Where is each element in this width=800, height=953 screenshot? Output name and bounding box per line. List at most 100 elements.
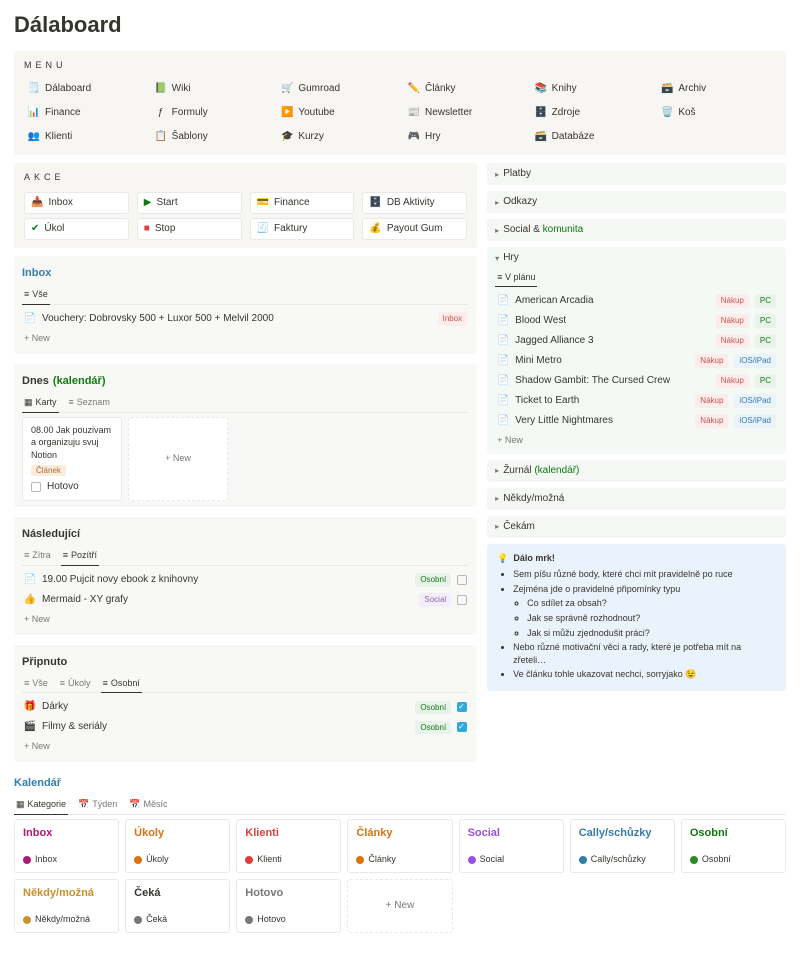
- prip-new[interactable]: + New: [22, 737, 469, 756]
- menu-zdroje[interactable]: 🗄️Zdroje: [531, 103, 650, 123]
- side-zurnal[interactable]: ▸Žurnál (kalendář): [487, 460, 786, 482]
- menu-databáze[interactable]: 🗃️Databáze: [531, 127, 650, 147]
- action-icon: 🗄️: [369, 196, 381, 210]
- action-db-aktivity[interactable]: 🗄️DB Aktivity: [362, 192, 467, 214]
- side-social[interactable]: ▸Social & komunita: [487, 219, 786, 241]
- menu-icon: 📋: [155, 131, 167, 143]
- dnes-card[interactable]: 08.00 Jak pouzivam a organizuju svuj Not…: [22, 417, 122, 501]
- checkbox[interactable]: [31, 482, 41, 492]
- game-row[interactable]: 📄Mini MetroNákup iOS/iPad: [495, 351, 778, 371]
- page-icon: 📄: [497, 374, 509, 388]
- tab-vše[interactable]: ≡Vše: [22, 674, 50, 693]
- menu-icon: 🗃️: [535, 131, 547, 143]
- hry-new[interactable]: + New: [495, 431, 778, 450]
- game-row[interactable]: 📄Jagged Alliance 3Nákup PC: [495, 331, 778, 351]
- tab-vplanu[interactable]: ≡ V plánu: [495, 269, 537, 287]
- menu-wiki[interactable]: 📗Wiki: [151, 79, 270, 99]
- menu-icon: 🗑️: [661, 107, 673, 119]
- menu-newsletter[interactable]: 📰Newsletter: [404, 103, 523, 123]
- menu-finance[interactable]: 📊Finance: [24, 103, 143, 123]
- side-odkazy[interactable]: ▸Odkazy: [487, 191, 786, 213]
- game-row[interactable]: 📄Blood WestNákup PC: [495, 311, 778, 331]
- checkbox[interactable]: [457, 595, 467, 605]
- kalendar-title: Kalendář: [14, 772, 786, 795]
- side-hry-toggle[interactable]: ▾Hry: [495, 251, 778, 265]
- menu-články[interactable]: ✏️Články: [404, 79, 523, 99]
- action-icon: 💰: [369, 222, 381, 236]
- cal-card--koly[interactable]: ÚkolyÚkoly: [125, 819, 230, 873]
- cal-card--ek-[interactable]: ČekáČeká: [125, 879, 230, 933]
- menu-klienti[interactable]: 👥Klienti: [24, 127, 143, 147]
- game-row[interactable]: 📄American ArcadiaNákup PC: [495, 291, 778, 311]
- tab-úkoly[interactable]: ≡Úkoly: [58, 674, 93, 693]
- menu-icon: 🛒: [281, 83, 293, 95]
- cal-card-social[interactable]: SocialSocial: [459, 819, 564, 873]
- menu-kurzy[interactable]: 🎓Kurzy: [277, 127, 396, 147]
- checkbox[interactable]: [457, 702, 467, 712]
- tab-týden[interactable]: 📅Týden: [76, 795, 119, 814]
- menu-gumroad[interactable]: 🛒Gumroad: [277, 79, 396, 99]
- action-stop[interactable]: ■Stop: [137, 218, 242, 240]
- page-icon: 📄: [497, 354, 509, 368]
- action-úkol[interactable]: ✔Úkol: [24, 218, 129, 240]
- cal-card-cally-sch-zky[interactable]: Cally/schůzkyCally/schůzky: [570, 819, 675, 873]
- actions-block: AKCE 📥Inbox▶Start💳Finance🗄️DB Aktivity✔Ú…: [14, 163, 477, 248]
- action-inbox[interactable]: 📥Inbox: [24, 192, 129, 214]
- tab-měsíc[interactable]: 📅Měsíc: [127, 795, 169, 814]
- tab-pozítří[interactable]: ≡Pozítří: [61, 546, 99, 566]
- cal-card-inbox[interactable]: InboxInbox: [14, 819, 119, 873]
- tab-zítra[interactable]: ≡Zítra: [22, 546, 53, 565]
- list-item[interactable]: 📄19.00 Pujcit novy ebook z knihovnyOsobn…: [22, 570, 469, 590]
- checkbox[interactable]: [457, 575, 467, 585]
- list-item[interactable]: 🎬Filmy & seriályOsobní: [22, 717, 469, 737]
- game-row[interactable]: 📄Very Little NightmaresNákup iOS/iPad: [495, 411, 778, 431]
- checkbox[interactable]: [457, 722, 467, 732]
- menu-archiv[interactable]: 🗃️Archiv: [657, 79, 776, 99]
- cal-card-n-kdy-mo-n-[interactable]: Někdy/možnáNěkdy/možná: [14, 879, 119, 933]
- tab-kategorie[interactable]: ▦Kategorie: [14, 795, 68, 815]
- menu-icon: ✏️: [408, 83, 420, 95]
- tab-seznam[interactable]: ≡Seznam: [67, 393, 112, 412]
- page-icon: 📄: [24, 312, 36, 326]
- action-faktury[interactable]: 🧾Faktury: [250, 218, 355, 240]
- tab-vse[interactable]: ≡Vše: [22, 285, 50, 305]
- side-hry: ▾Hry ≡ V plánu 📄American ArcadiaNákup PC…: [487, 247, 786, 453]
- menu-header: MENU: [24, 59, 776, 72]
- menu-icon: 📚: [535, 83, 547, 95]
- list-item[interactable]: 👍Mermaid - XY grafySocial: [22, 590, 469, 610]
- action-start[interactable]: ▶Start: [137, 192, 242, 214]
- action-payout-gum[interactable]: 💰Payout Gum: [362, 218, 467, 240]
- game-row[interactable]: 📄Shadow Gambit: The Cursed CrewNákup PC: [495, 371, 778, 391]
- menu-šablony[interactable]: 📋Šablony: [151, 127, 270, 147]
- action-icon: 💳: [257, 196, 269, 210]
- page-icon: 📄: [497, 314, 509, 328]
- cal-new[interactable]: + New: [347, 879, 452, 933]
- menu-hry[interactable]: 🎮Hry: [404, 127, 523, 147]
- action-icon: 🧾: [257, 222, 269, 236]
- menu-dálaboard[interactable]: 🗒️Dálaboard: [24, 79, 143, 99]
- game-row[interactable]: 📄Ticket to EarthNákup iOS/iPad: [495, 391, 778, 411]
- nasledujici-section: Následující ≡Zítra≡Pozítří 📄19.00 Pujcit…: [14, 517, 477, 635]
- inbox-new[interactable]: + New: [22, 329, 469, 348]
- menu-formuly[interactable]: ƒFormuly: [151, 103, 270, 123]
- menu-icon: 🗒️: [28, 83, 40, 95]
- dnes-new-card[interactable]: + New: [128, 417, 228, 501]
- tab-karty[interactable]: ▦Karty: [22, 393, 59, 413]
- list-item[interactable]: 🎁DárkyOsobní: [22, 697, 469, 717]
- side-nekdy[interactable]: ▸Někdy/možná: [487, 488, 786, 510]
- cal-card-osobn-[interactable]: OsobníOsobní: [681, 819, 786, 873]
- menu-koš[interactable]: 🗑️Koš: [657, 103, 776, 123]
- menu-icon: 🎮: [408, 131, 420, 143]
- nasl-new[interactable]: + New: [22, 610, 469, 629]
- side-cekam[interactable]: ▸Čekám: [487, 516, 786, 538]
- action-icon: 📥: [31, 196, 43, 210]
- side-platby[interactable]: ▸Platby: [487, 163, 786, 185]
- cal-card--l-nky[interactable]: ČlánkyČlánky: [347, 819, 452, 873]
- cal-card-klienti[interactable]: KlientiKlienti: [236, 819, 341, 873]
- menu-knihy[interactable]: 📚Knihy: [531, 79, 650, 99]
- action-finance[interactable]: 💳Finance: [250, 192, 355, 214]
- menu-youtube[interactable]: ▶️Youtube: [277, 103, 396, 123]
- inbox-row[interactable]: 📄Vouchery: Dobrovsky 500 + Luxor 500 + M…: [22, 309, 469, 329]
- tab-osobní[interactable]: ≡Osobní: [101, 674, 142, 694]
- cal-card-hotovo[interactable]: HotovoHotovo: [236, 879, 341, 933]
